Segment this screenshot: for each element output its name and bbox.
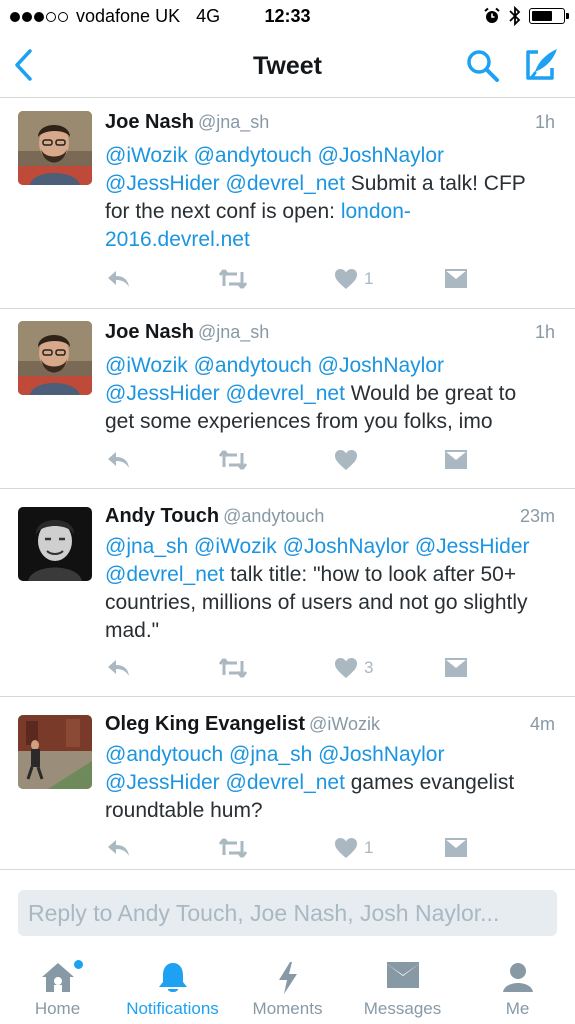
direct-message-button[interactable] [443, 445, 469, 475]
unread-dot [74, 960, 83, 969]
reply-icon [108, 271, 129, 287]
direct-message-button[interactable] [443, 833, 469, 863]
tweet-actions: 1 [0, 264, 575, 294]
heart-icon [335, 450, 357, 470]
author-handle[interactable]: @jna_sh [198, 112, 269, 132]
retweet-icon [218, 658, 248, 678]
retweet-icon [218, 450, 248, 470]
alarm-icon [484, 7, 500, 23]
nav-bar: Tweet [0, 34, 575, 98]
reply-input[interactable]: Reply to Andy Touch, Joe Nash, Josh Nayl… [18, 890, 557, 936]
author-handle[interactable]: @jna_sh [198, 322, 269, 342]
tab-me[interactable]: Me [460, 950, 575, 1024]
tweet-header: Joe Nash @jna_sh 1h [105, 319, 555, 345]
envelope-icon [445, 838, 467, 857]
lightning-icon [278, 962, 297, 994]
tweet[interactable]: Joe Nash @jna_sh 1h @iWozik @andytouch @J… [0, 309, 575, 489]
bell-icon [158, 963, 187, 992]
tweet-text: @iWozik @andytouch @JoshNaylor @JessHide… [105, 142, 551, 254]
tweet[interactable]: Oleg King Evangelist @iWozik 4m @andytouc… [0, 697, 575, 870]
like-button[interactable]: 1 [334, 833, 373, 863]
author-name[interactable]: Joe Nash [105, 111, 194, 133]
bluetooth-icon [509, 6, 521, 26]
reply-button[interactable] [105, 653, 131, 683]
tab-bar: Home Notifications Moments Messages Me [0, 950, 575, 1024]
tweet-time: 1h [534, 322, 555, 342]
compose-tweet-icon[interactable] [522, 46, 560, 84]
like-button[interactable]: 3 [334, 653, 373, 683]
tweet-time: 1h [534, 112, 555, 132]
reply-icon [108, 840, 129, 856]
retweet-button[interactable] [218, 445, 248, 475]
author-name[interactable]: Joe Nash [105, 321, 194, 343]
heart-icon [335, 838, 357, 858]
reply-button[interactable] [105, 833, 131, 863]
reply-icon [108, 660, 129, 676]
tweet-text: @jna_sh @iWozik @JoshNaylor @JessHider @… [105, 533, 551, 645]
tab-home[interactable]: Home [0, 950, 115, 1024]
home-icon [41, 963, 74, 992]
author-name[interactable]: Andy Touch [105, 505, 219, 527]
retweet-button[interactable] [218, 264, 248, 294]
reply-button[interactable] [105, 445, 131, 475]
envelope-icon [445, 450, 467, 469]
tab-messages[interactable]: Messages [345, 950, 460, 1024]
person-icon [502, 963, 533, 992]
reply-button[interactable] [105, 264, 131, 294]
tab-label: Me [505, 999, 530, 1018]
tweet-header: Andy Touch @andytouch 23m [105, 503, 555, 529]
author-handle[interactable]: @iWozik [309, 714, 380, 734]
envelope-icon [445, 269, 467, 288]
tab-moments[interactable]: Moments [230, 950, 345, 1024]
tweet[interactable]: Andy Touch @andytouch 23m @jna_sh @iWozik… [0, 489, 575, 697]
author-handle[interactable]: @andytouch [223, 506, 324, 526]
status-bar: vodafone UK 4G 12:33 [0, 0, 575, 34]
direct-message-button[interactable] [443, 264, 469, 294]
heart-icon [335, 269, 357, 289]
envelope-icon [445, 658, 467, 677]
avatar[interactable] [18, 507, 92, 581]
retweet-icon [218, 838, 248, 858]
tweet-actions: 1 [0, 833, 575, 863]
retweet-button[interactable] [218, 653, 248, 683]
tweet-actions: 3 [0, 653, 575, 683]
tweet-header: Oleg King Evangelist @iWozik 4m [105, 711, 555, 737]
search-icon[interactable] [465, 48, 501, 84]
battery-icon [529, 8, 569, 24]
like-count: 3 [364, 658, 374, 677]
like-count: 1 [364, 269, 374, 288]
reply-icon [108, 452, 129, 468]
status-right [483, 6, 569, 26]
tab-notifications[interactable]: Notifications [115, 950, 230, 1024]
heart-icon [335, 658, 357, 678]
retweet-button[interactable] [218, 833, 248, 863]
like-count: 1 [364, 838, 374, 857]
tweet[interactable]: Joe Nash @jna_sh 1h @iWozik @andytouch @J… [0, 99, 575, 309]
like-button[interactable] [334, 445, 364, 475]
tweet-time: 4m [529, 714, 555, 734]
tweet-time: 23m [519, 506, 555, 526]
avatar[interactable] [18, 111, 92, 185]
retweet-icon [218, 269, 248, 289]
tweet-actions [0, 445, 575, 475]
envelope-icon [386, 962, 419, 988]
tweet-text: @andytouch @jna_sh @JoshNaylor @JessHide… [105, 741, 551, 825]
avatar[interactable] [18, 715, 92, 789]
author-name[interactable]: Oleg King Evangelist [105, 713, 305, 735]
like-button[interactable]: 1 [334, 264, 373, 294]
tweet-text: @iWozik @andytouch @JoshNaylor @JessHide… [105, 352, 551, 436]
avatar[interactable] [18, 321, 92, 395]
tweet-header: Joe Nash @jna_sh 1h [105, 109, 555, 135]
direct-message-button[interactable] [443, 653, 469, 683]
